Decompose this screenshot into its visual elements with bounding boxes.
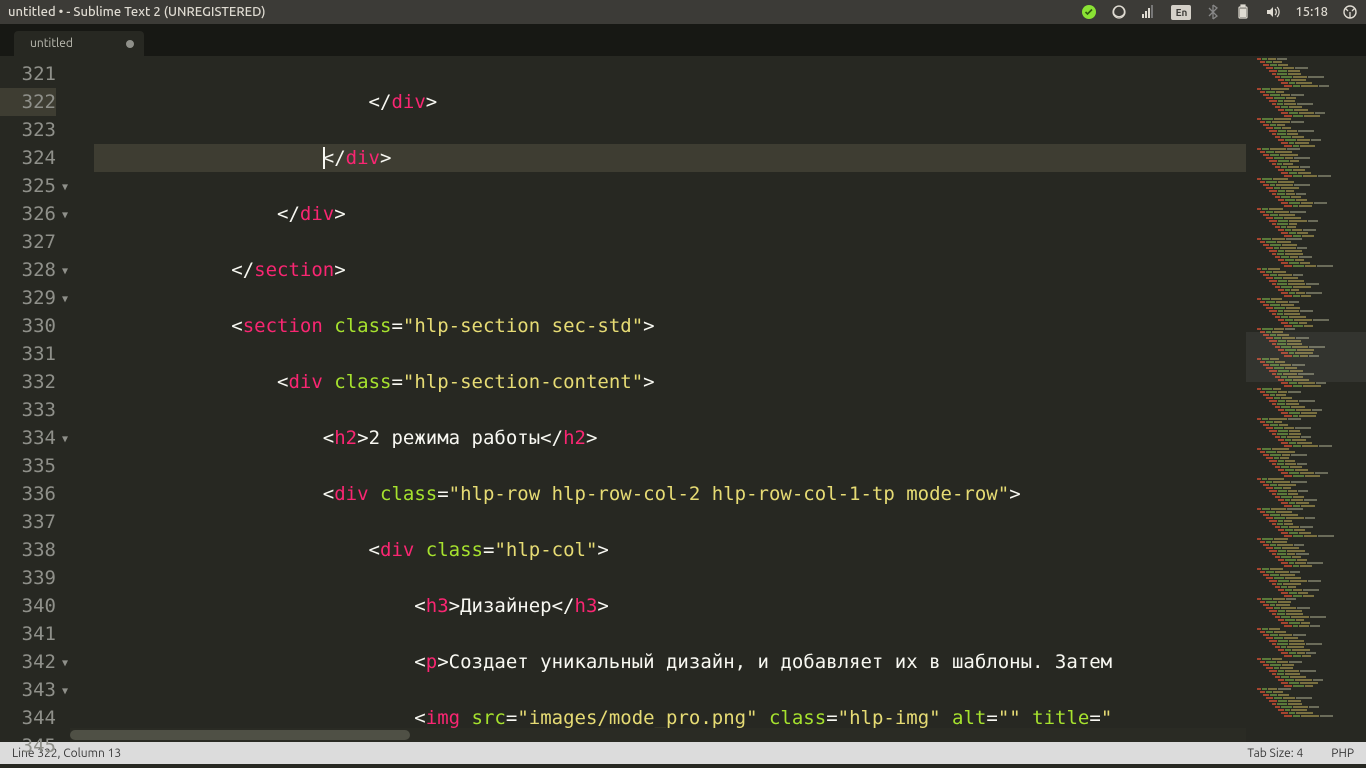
line-number: 345 xyxy=(0,732,56,760)
clock[interactable]: 15:18 xyxy=(1295,5,1328,19)
line-number: 328 xyxy=(0,256,56,284)
tab-label: untitled xyxy=(30,37,73,50)
line-number: 321 xyxy=(0,60,56,88)
line-number: 341 xyxy=(0,620,56,648)
status-bar: Line 322, Column 13 Tab Size: 4 PHP xyxy=(0,742,1366,764)
network-icon[interactable] xyxy=(1141,4,1157,20)
line-number: 334 xyxy=(0,424,56,452)
line-number: 330 xyxy=(0,312,56,340)
horizontal-scrollbar[interactable] xyxy=(70,728,1246,742)
editor-tab[interactable]: untitled xyxy=(14,31,144,56)
line-number: 338 xyxy=(0,536,56,564)
line-number: 331 xyxy=(0,340,56,368)
system-menubar: untitled • - Sublime Text 2 (UNREGISTERE… xyxy=(0,0,1366,24)
line-number: 342 xyxy=(0,648,56,676)
battery-icon[interactable] xyxy=(1235,4,1251,20)
minimap-content xyxy=(1246,56,1366,720)
editor-area: 321 322 323 324 325 326 327 328 329 330 … xyxy=(0,56,1366,742)
horizontal-scrollbar-thumb[interactable] xyxy=(70,730,410,740)
line-number: 336 xyxy=(0,480,56,508)
bluetooth-icon[interactable] xyxy=(1205,4,1221,20)
line-number: 339 xyxy=(0,564,56,592)
line-number: 343 xyxy=(0,676,56,704)
line-number: 335 xyxy=(0,452,56,480)
line-number: 332 xyxy=(0,368,56,396)
minimap-viewport[interactable] xyxy=(1246,332,1366,382)
minimap[interactable] xyxy=(1246,56,1366,742)
line-number: 337 xyxy=(0,508,56,536)
aperture-icon[interactable] xyxy=(1111,4,1127,20)
line-number: 327 xyxy=(0,228,56,256)
code-content[interactable]: </div> </div> </div> </section> <section… xyxy=(70,56,1246,742)
line-number: 324 xyxy=(0,144,56,172)
sync-ok-icon[interactable] xyxy=(1081,4,1097,20)
line-number: 329 xyxy=(0,284,56,312)
power-icon[interactable] xyxy=(1342,4,1358,20)
volume-icon[interactable] xyxy=(1265,4,1281,20)
keyboard-lang-indicator[interactable]: En xyxy=(1171,5,1191,20)
line-number: 326 xyxy=(0,200,56,228)
line-number-gutter[interactable]: 321 322 323 324 325 326 327 328 329 330 … xyxy=(0,56,70,742)
line-number: 344 xyxy=(0,704,56,732)
system-tray: En 15:18 xyxy=(1081,4,1358,20)
line-number: 323 xyxy=(0,116,56,144)
line-number: 322 xyxy=(0,88,56,116)
dirty-indicator-icon xyxy=(126,40,134,48)
line-number: 340 xyxy=(0,592,56,620)
syntax-mode[interactable]: PHP xyxy=(1331,747,1354,760)
tab-bar: untitled xyxy=(0,24,1366,56)
line-number: 333 xyxy=(0,396,56,424)
line-number: 325 xyxy=(0,172,56,200)
cursor-position[interactable]: Line 322, Column 13 xyxy=(12,747,1219,760)
window-title: untitled • - Sublime Text 2 (UNREGISTERE… xyxy=(8,5,1081,19)
tab-size[interactable]: Tab Size: 4 xyxy=(1247,747,1303,760)
